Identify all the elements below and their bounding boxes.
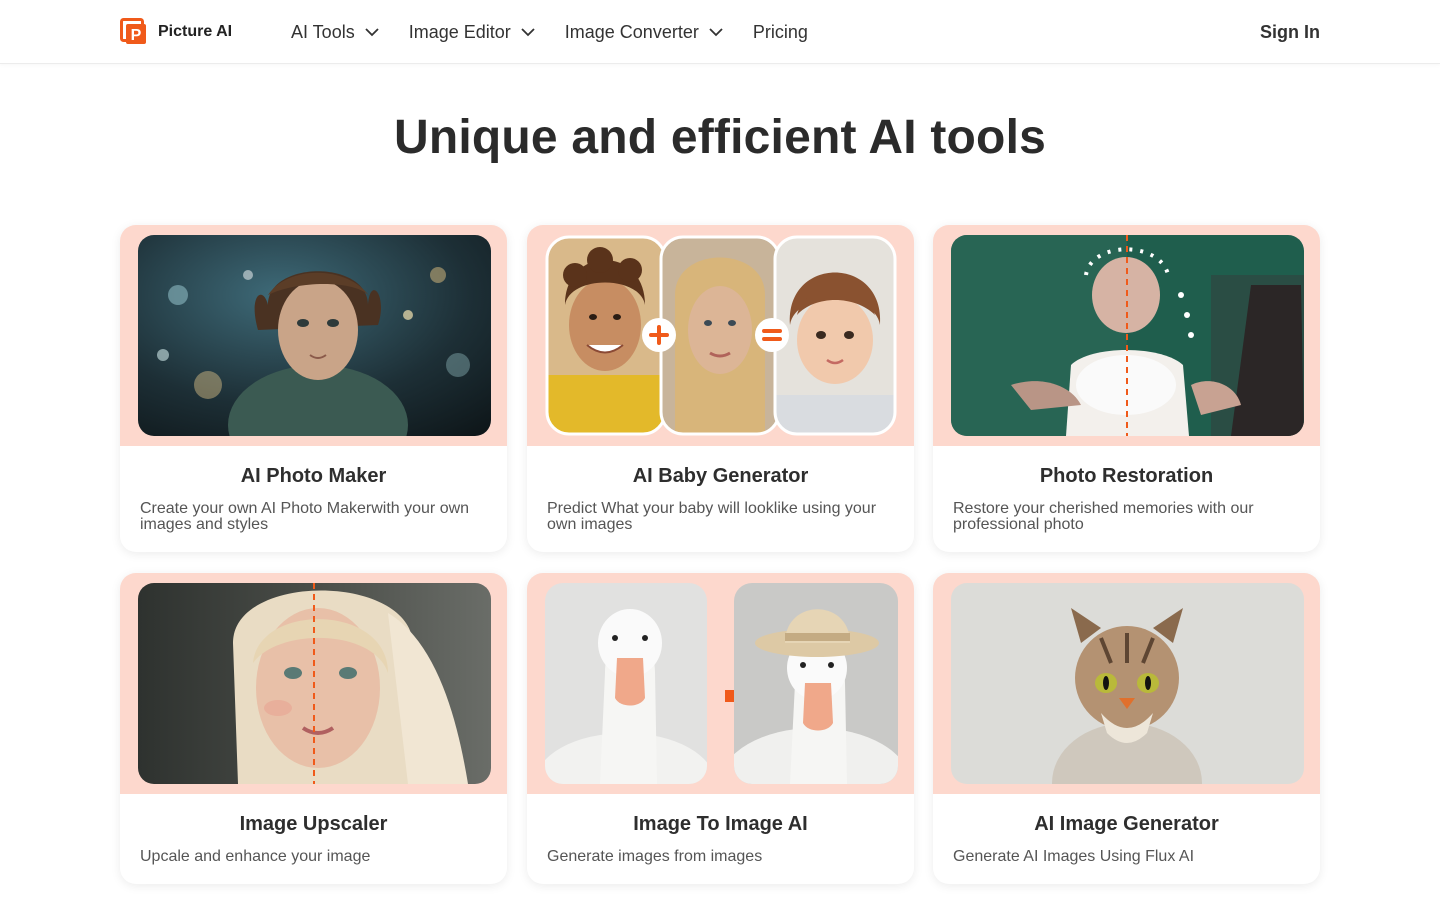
card-description: Generate images from images: [547, 848, 763, 865]
card-image-goose-to-goose-with-hat: [545, 583, 898, 784]
tool-card-image-upscaler[interactable]: Image Upscaler Upcale and enhance your i…: [120, 573, 507, 884]
card-image-before-after-portrait: [138, 583, 491, 784]
card-image-cat-portrait: [951, 583, 1304, 784]
nav-image-converter[interactable]: Image Converter: [565, 18, 723, 46]
card-image-parents-plus-baby: [545, 235, 898, 436]
card-description: Predict What your baby will looklike usi…: [547, 500, 877, 533]
nav-image-editor[interactable]: Image Editor: [409, 18, 535, 46]
page-title: Unique and efficient AI tools: [393, 111, 1047, 164]
card-title: AI Baby Generator: [632, 465, 809, 487]
card-description: Create your own AI Photo Makerwith your …: [140, 500, 470, 533]
chevron-down-icon: [365, 28, 379, 37]
card-image-portrait-bokeh: [138, 235, 491, 436]
sign-in-link[interactable]: Sign In: [1260, 18, 1320, 46]
card-image-band: [933, 573, 1320, 794]
card-image-band: [527, 225, 914, 446]
logo-link[interactable]: P Picture AI: [120, 18, 232, 46]
card-title: AI Image Generator: [1034, 813, 1219, 835]
tool-card-photo-restoration[interactable]: Photo Restoration Restore your cherished…: [933, 225, 1320, 552]
card-description: Upcale and enhance your image: [140, 848, 371, 865]
card-title: Image Upscaler: [239, 813, 388, 835]
logo-text: Picture AI: [158, 23, 233, 40]
card-description: Restore your cherished memories with our…: [953, 500, 1254, 533]
card-title: AI Photo Maker: [240, 465, 387, 487]
nav-pricing-label: Pricing: [752, 21, 808, 42]
tool-card-image-to-image-ai[interactable]: Image To Image AI Generate images from i…: [527, 573, 914, 884]
main-nav: AI Tools Image Editor Image Converter Pr…: [291, 18, 838, 46]
tool-card-ai-baby-generator[interactable]: AI Baby Generator Predict What your baby…: [527, 225, 914, 552]
nav-image-editor-label: Image Editor: [408, 21, 511, 42]
tool-card-ai-image-generator[interactable]: AI Image Generator Generate AI Images Us…: [933, 573, 1320, 884]
card-image-band: [120, 573, 507, 794]
chevron-down-icon: [521, 28, 535, 37]
top-navbar: P Picture AI AI Tools Image Editor Image…: [0, 0, 1440, 64]
card-image-band: [527, 573, 914, 794]
nav-image-converter-label: Image Converter: [564, 21, 699, 42]
card-image-band: [120, 225, 507, 446]
card-title: Photo Restoration: [1039, 465, 1214, 487]
card-description: Generate AI Images Using Flux AI: [953, 848, 1195, 865]
nav-ai-tools[interactable]: AI Tools: [291, 18, 379, 46]
nav-pricing[interactable]: Pricing: [753, 18, 808, 46]
card-image-band: [933, 225, 1320, 446]
card-title: Image To Image AI: [633, 813, 808, 835]
svg-text:P: P: [131, 27, 142, 44]
picture-ai-logo-icon: P: [120, 18, 148, 46]
tool-card-ai-photo-maker[interactable]: AI Photo Maker Create your own AI Photo …: [120, 225, 507, 552]
card-image-before-after-restoration: [951, 235, 1304, 436]
nav-ai-tools-label: AI Tools: [291, 21, 355, 42]
chevron-down-icon: [709, 28, 723, 37]
